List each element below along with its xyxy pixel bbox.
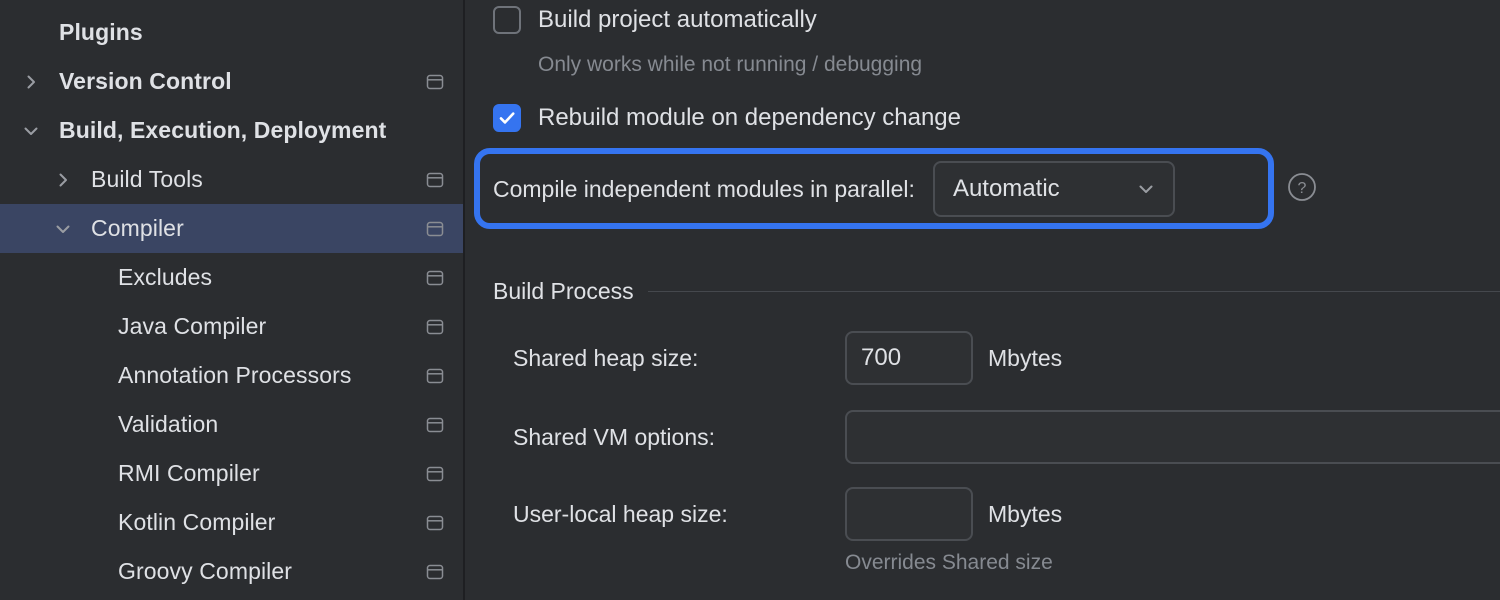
chevron-down-icon[interactable]: [18, 118, 44, 144]
compile-parallel-value: Automatic: [953, 175, 1060, 203]
panel-icon: [425, 464, 445, 484]
field-input-shared-heap-size[interactable]: 700: [845, 331, 973, 385]
sidebar-item-label: Build, Execution, Deployment: [59, 117, 386, 144]
field-hint-user-local-heap-size: Overrides Shared size: [845, 551, 1053, 575]
field-label-shared-heap-size: Shared heap size:: [513, 345, 845, 372]
chevron-right-icon[interactable]: [18, 69, 44, 95]
panel-icon: [425, 268, 445, 288]
panel-icon: [425, 366, 445, 386]
field-input-user-local-heap-size[interactable]: [845, 487, 973, 541]
sidebar-item-annotation-processors[interactable]: Annotation Processors: [0, 351, 465, 400]
sidebar-item-label: RMI Compiler: [118, 460, 260, 487]
field-label-user-local-heap-size: User-local heap size:: [513, 501, 845, 528]
rebuild-module-label: Rebuild module on dependency change: [538, 104, 961, 132]
section-rule: [648, 291, 1500, 292]
sidebar-item-compiler[interactable]: Compiler: [0, 204, 465, 253]
build-project-automatically-row[interactable]: Build project automatically: [493, 6, 817, 34]
build-project-automatically-checkbox[interactable]: [493, 6, 521, 34]
sidebar-item-label: Build Tools: [91, 166, 203, 193]
rebuild-module-checkbox[interactable]: [493, 104, 521, 132]
field-unit-user-local-heap-size: Mbytes: [988, 501, 1062, 528]
svg-text:?: ?: [1298, 180, 1307, 197]
panel-icon: [425, 513, 445, 533]
sidebar-item-build-execution-deployment[interactable]: Build, Execution, Deployment: [0, 106, 465, 155]
sidebar-item-label: Groovy Compiler: [118, 558, 292, 585]
field-unit-shared-heap-size: Mbytes: [988, 345, 1062, 372]
sidebar-item-label: Version Control: [59, 68, 232, 95]
sidebar-item-validation[interactable]: Validation: [0, 400, 465, 449]
field-input-shared-vm-options[interactable]: [845, 410, 1500, 464]
sidebar-item-rmi-compiler[interactable]: RMI Compiler: [0, 449, 465, 498]
chevron-right-icon[interactable]: [50, 167, 76, 193]
build-project-automatically-hint: Only works while not running / debugging: [538, 53, 922, 77]
settings-dialog: Plugins Version Control Build, Execution, …: [0, 0, 1500, 600]
field-row-shared-heap-size: Shared heap size:700 Mbytes: [513, 331, 1062, 385]
panel-icon: [425, 317, 445, 337]
build-process-section-header: Build Process: [493, 278, 1500, 305]
sidebar-item-java-compiler[interactable]: Java Compiler: [0, 302, 465, 351]
sidebar-item-label: Kotlin Compiler: [118, 509, 275, 536]
compiler-settings-panel: Build project automatically Only works w…: [465, 0, 1500, 600]
sidebar-item-excludes[interactable]: Excludes: [0, 253, 465, 302]
panel-icon: [425, 562, 445, 582]
sidebar-item-label: Java Compiler: [118, 313, 266, 340]
sidebar-item-groovy-compiler[interactable]: Groovy Compiler: [0, 547, 465, 596]
help-circle-icon[interactable]: ?: [1287, 172, 1317, 202]
sidebar-item-kotlin-compiler[interactable]: Kotlin Compiler: [0, 498, 465, 547]
sidebar-item-label: Excludes: [118, 264, 212, 291]
sidebar-item-label: Annotation Processors: [118, 362, 352, 389]
build-process-title: Build Process: [493, 278, 634, 305]
build-project-automatically-label: Build project automatically: [538, 6, 817, 34]
sidebar-item-version-control[interactable]: Version Control: [0, 57, 465, 106]
settings-sidebar: Plugins Version Control Build, Execution, …: [0, 0, 465, 600]
compile-parallel-row: Compile independent modules in parallel:…: [493, 165, 1175, 213]
panel-icon: [425, 415, 445, 435]
panel-icon: [425, 170, 445, 190]
field-label-shared-vm-options: Shared VM options:: [513, 424, 845, 451]
chevron-down-icon: [1135, 178, 1157, 200]
sidebar-item-label: Validation: [118, 411, 218, 438]
panel-icon: [425, 72, 445, 92]
sidebar-item-label: Plugins: [59, 19, 143, 46]
panel-icon: [425, 219, 445, 239]
rebuild-module-row[interactable]: Rebuild module on dependency change: [493, 104, 961, 132]
field-row-user-local-heap-size: User-local heap size: Mbytes: [513, 487, 1062, 541]
compile-parallel-label: Compile independent modules in parallel:: [493, 176, 915, 203]
sidebar-item-plugins[interactable]: Plugins: [0, 8, 465, 57]
sidebar-item-label: Compiler: [91, 215, 184, 242]
chevron-down-icon[interactable]: [50, 216, 76, 242]
field-row-shared-vm-options: Shared VM options:: [513, 410, 1500, 464]
compile-parallel-dropdown[interactable]: Automatic: [933, 161, 1175, 217]
sidebar-item-build-tools[interactable]: Build Tools: [0, 155, 465, 204]
